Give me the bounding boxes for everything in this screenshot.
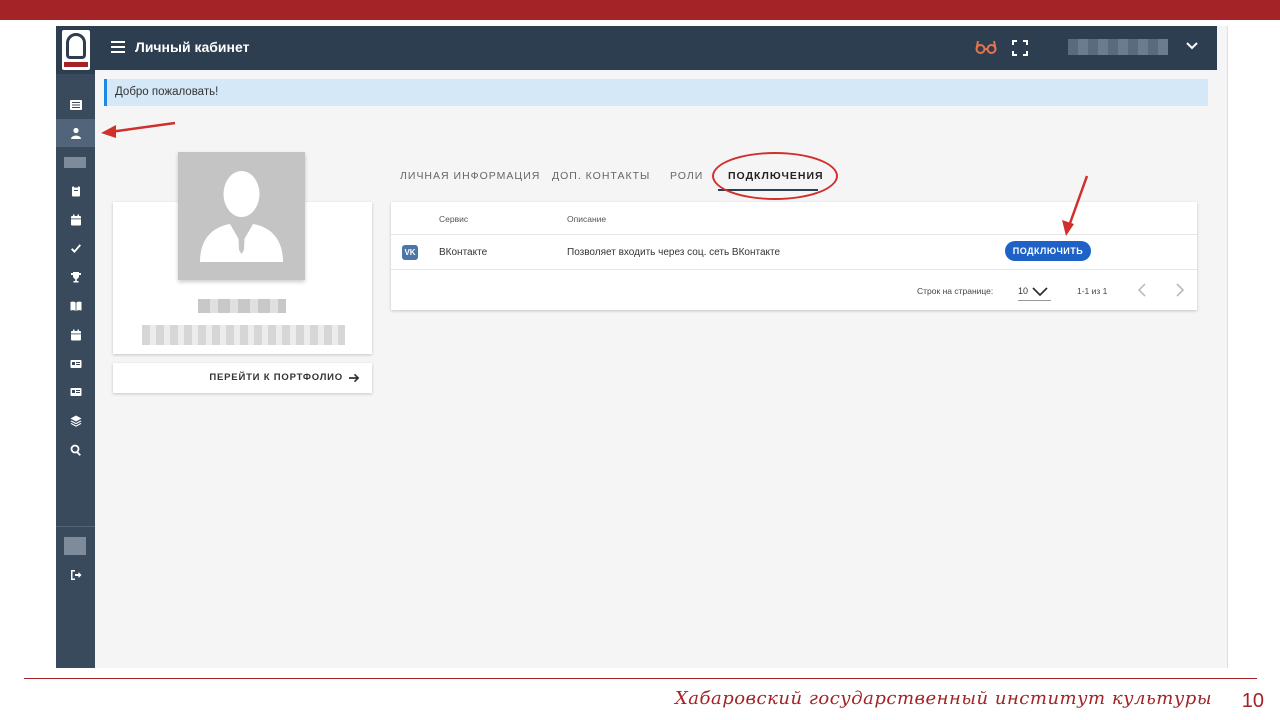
tab-roles[interactable]: РОЛИ	[670, 170, 703, 182]
slide-footer-line	[24, 678, 1257, 679]
column-header-service[interactable]: Сервис	[439, 214, 468, 224]
layers-icon	[70, 415, 81, 427]
pagination-range: 1-1 из 1	[1077, 286, 1108, 296]
vk-icon: VK	[402, 245, 418, 260]
calendar-icon	[70, 214, 81, 226]
row-service: ВКонтакте	[439, 247, 488, 258]
book-icon	[70, 301, 81, 311]
sidebar-item-profile[interactable]	[56, 119, 95, 147]
avatar	[178, 152, 305, 280]
sidebar-item-achievements[interactable]	[56, 263, 95, 291]
sidebar-item-documents[interactable]	[56, 378, 95, 406]
check-icon	[70, 244, 81, 253]
sidebar-item-hidden[interactable]	[64, 157, 86, 168]
sidebar-item-logout[interactable]	[56, 561, 95, 589]
chevron-down-icon[interactable]	[1185, 41, 1199, 51]
list-icon	[69, 100, 82, 110]
user-name-blurred	[198, 299, 286, 313]
tab-extra-contacts[interactable]: ДОП. КОНТАКТЫ	[552, 170, 650, 182]
sidebar-item-schedule[interactable]	[56, 321, 95, 349]
rows-per-page-label: Строк на странице:	[917, 286, 994, 296]
fullscreen-icon[interactable]	[1012, 40, 1028, 56]
sidebar-item-id-card[interactable]	[56, 350, 95, 378]
glasses-icon[interactable]	[975, 38, 997, 56]
sidebar	[56, 26, 95, 668]
annotation-circle	[712, 152, 838, 200]
user-email-blurred	[142, 325, 345, 345]
calendar-icon	[70, 329, 81, 341]
user-name-hidden[interactable]	[1068, 39, 1168, 55]
sidebar-item-library[interactable]	[56, 292, 95, 320]
hamburger-icon[interactable]	[111, 41, 125, 53]
sidebar-item-tasks[interactable]	[56, 235, 95, 263]
logout-icon	[70, 570, 81, 580]
sidebar-divider	[56, 526, 95, 527]
user-silhouette-icon	[200, 171, 283, 262]
chevron-down-icon	[1032, 287, 1048, 297]
welcome-banner: Добро пожаловать!	[104, 79, 1208, 106]
id-card-icon	[70, 360, 81, 368]
app-title: Личный кабинет	[135, 39, 250, 55]
sidebar-item-list[interactable]	[56, 91, 95, 119]
rows-per-page-select[interactable]: 10	[1018, 282, 1051, 301]
clipboard-icon	[71, 185, 80, 197]
app-bar: Личный кабинет	[95, 26, 1217, 70]
connections-table: Сервис Описание VK ВКонтакте Позволяет в…	[391, 202, 1197, 310]
institute-logo[interactable]	[56, 26, 95, 74]
header-divider	[391, 234, 1197, 235]
row-divider	[391, 269, 1197, 270]
rows-per-page-value: 10	[1018, 286, 1029, 296]
sidebar-item-search[interactable]	[56, 436, 95, 464]
arrow-right-icon	[349, 373, 360, 382]
slide-top-bar	[0, 0, 1280, 20]
tab-personal-info[interactable]: ЛИЧНАЯ ИНФОРМАЦИЯ	[400, 170, 540, 182]
row-description: Позволяет входить через соц. сеть ВКонта…	[567, 247, 781, 258]
column-header-description[interactable]: Описание	[567, 214, 606, 224]
user-icon	[70, 127, 81, 139]
id-card-icon	[70, 388, 81, 396]
page-number: 10	[1241, 690, 1264, 712]
sidebar-item-layers[interactable]	[56, 407, 95, 435]
sidebar-item-clipboard[interactable]	[56, 177, 95, 205]
next-page-icon[interactable]	[1171, 282, 1187, 298]
portfolio-button-label: ПЕРЕЙТИ К ПОРТФОЛИО	[209, 372, 343, 383]
sidebar-item-calendar[interactable]	[56, 206, 95, 234]
portfolio-card: ПЕРЕЙТИ К ПОРТФОЛИО	[113, 363, 372, 393]
welcome-text: Добро пожаловать!	[115, 86, 219, 98]
prev-page-icon[interactable]	[1135, 282, 1151, 298]
connect-button[interactable]: ПОДКЛЮЧИТЬ	[1005, 241, 1091, 261]
sidebar-item-hidden-2[interactable]	[64, 537, 86, 555]
search-icon	[70, 444, 81, 456]
app-screen: Личный кабинет Добро пожаловать! ПЕРЕЙТИ…	[56, 26, 1228, 668]
trophy-icon	[70, 272, 81, 283]
institute-name: Хабаровский государственный институт кул…	[674, 688, 1212, 709]
portfolio-button[interactable]: ПЕРЕЙТИ К ПОРТФОЛИО	[209, 372, 360, 383]
